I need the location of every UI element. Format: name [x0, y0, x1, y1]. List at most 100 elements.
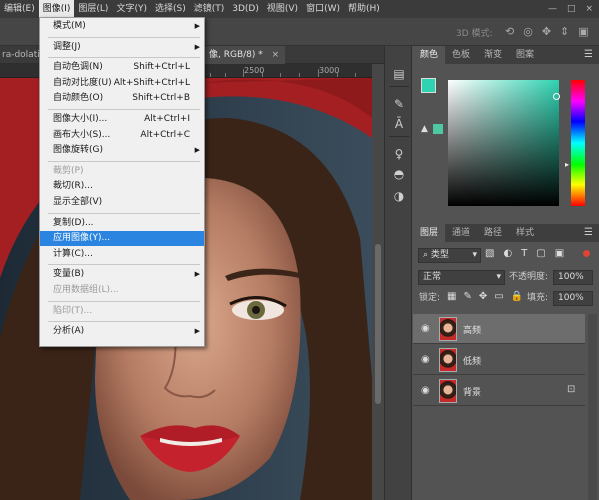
menu-item[interactable]: 应用图像(Y)... — [40, 231, 204, 247]
pixel-filter-icon[interactable]: ▧ — [485, 248, 494, 259]
menu-item-label: 图像旋转(G) — [53, 145, 103, 156]
menu-item-label: 调整(J) — [53, 41, 81, 52]
type-filter-icon[interactable]: T — [521, 248, 527, 259]
minimize-icon[interactable]: — — [548, 4, 557, 14]
maximize-icon[interactable]: □ — [567, 4, 576, 14]
eye-icon[interactable]: ◉ — [421, 385, 433, 396]
menu-item[interactable]: 帮助(H) — [344, 0, 384, 18]
menu-item[interactable]: 自动颜色(O) Shift+Ctrl+B — [40, 91, 204, 106]
menu-item[interactable]: 调整(J) ▶ — [40, 40, 204, 55]
tab-paths[interactable]: 路径 — [477, 224, 509, 242]
tab-color[interactable]: 颜色 — [413, 46, 446, 64]
layer-row-high-freq[interactable]: ◉ 高频 — [413, 314, 585, 344]
lock-position-icon[interactable]: ✥ — [479, 291, 487, 302]
tab-layers[interactable]: 图层 — [413, 224, 446, 242]
tab-patterns[interactable]: 图案 — [509, 46, 541, 64]
menu-shortcut: Shift+Ctrl+B — [132, 93, 190, 104]
properties-icon[interactable]: ♀ — [391, 146, 407, 162]
shape-filter-icon[interactable]: ▢ — [536, 248, 545, 259]
blend-mode-select[interactable]: 正常 ▾ — [418, 270, 505, 285]
orbit-3d-icon[interactable]: ⟲ — [505, 25, 514, 38]
smart-object-filter-icon[interactable]: ▣ — [555, 248, 564, 259]
menu-item-label: 复制(D)... — [53, 217, 94, 228]
color-field[interactable] — [448, 80, 559, 206]
menu-item[interactable]: 分析(A) ▶ — [40, 324, 204, 339]
panel-icon-strip: ▤ ✎ Ā ♀ ◓ ◑ — [384, 46, 412, 500]
roll-3d-icon[interactable]: ◎ — [523, 25, 533, 38]
close-icon[interactable]: × — [272, 50, 280, 60]
submenu-arrow-icon: ▶ — [194, 22, 200, 30]
menu-item: 陷印(T)... — [40, 304, 204, 319]
tab-styles[interactable]: 样式 — [509, 224, 541, 242]
layers-scrollbar[interactable] — [588, 314, 597, 500]
slide-3d-icon[interactable]: ⇕ — [560, 25, 569, 38]
menu-item[interactable]: 图像(I) — [38, 0, 75, 18]
menu-item[interactable]: 选择(S) — [151, 0, 190, 18]
menu-item[interactable]: 自动对比度(U) Alt+Shift+Ctrl+L — [40, 76, 204, 91]
menu-item[interactable]: 变量(B) ▶ — [40, 267, 204, 282]
layer-thumbnail — [439, 379, 457, 403]
tab-channels[interactable]: 通道 — [445, 224, 477, 242]
brush-settings-icon[interactable]: ✎ — [391, 96, 407, 112]
menu-item-label: 应用数据组(L)... — [53, 285, 119, 295]
tab-title: 像, RGB/8) * — [209, 50, 263, 60]
close-icon[interactable]: × — [585, 4, 593, 14]
layer-row-background[interactable]: ◉ 背景 ⊡ — [413, 376, 585, 406]
hue-slider-handle[interactable]: ▸ — [565, 160, 569, 169]
adjustment-filter-icon[interactable]: ◐ — [503, 248, 512, 259]
menu-item[interactable]: 滤镜(T) — [190, 0, 229, 18]
gamut-correction-swatch[interactable] — [433, 124, 443, 134]
gamut-warning-icon[interactable]: ▲ — [421, 124, 428, 134]
eye-icon[interactable]: ◉ — [421, 354, 433, 365]
menu-item[interactable]: 模式(M) ▶ — [40, 19, 204, 34]
menu-item[interactable]: 3D(D) — [228, 0, 263, 18]
foreground-color-swatch[interactable] — [421, 78, 436, 93]
menu-item[interactable]: 窗口(W) — [302, 0, 344, 18]
menu-item[interactable]: 文字(Y) — [112, 0, 151, 18]
menu-item[interactable]: 显示全部(V) — [40, 195, 204, 210]
menu-item[interactable]: 复制(D)... — [40, 216, 204, 231]
right-panels: 颜色 色板 渐变 图案 ☰ ▲ ▸ 图层 通道 路径 样式 ☰ ⌕ 类型 ▾ ▧… — [413, 46, 599, 500]
menu-separator — [48, 36, 200, 38]
menu-item[interactable]: 图像旋转(G) ▶ — [40, 143, 204, 158]
panel-menu-icon[interactable]: ☰ — [584, 46, 593, 64]
menu-shortcut: Alt+Shift+Ctrl+L — [113, 77, 190, 88]
fill-field[interactable]: 100% — [553, 291, 593, 306]
menu-item[interactable]: 自动色调(N) Shift+Ctrl+L — [40, 60, 204, 75]
3d-mode-label: 3D 模式: — [456, 29, 493, 39]
layer-row-low-freq[interactable]: ◉ 低频 — [413, 345, 585, 375]
menu-item[interactable]: 视图(V) — [263, 0, 302, 18]
panel-menu-icon[interactable]: ☰ — [584, 224, 593, 242]
info-icon[interactable]: ◑ — [391, 188, 407, 204]
menu-item[interactable]: 裁切(R)... — [40, 179, 204, 194]
tab-gradients[interactable]: 渐变 — [477, 46, 509, 64]
tab-swatches[interactable]: 色板 — [445, 46, 477, 64]
layer-name: 高频 — [463, 326, 482, 336]
scale-3d-icon[interactable]: ▣ — [578, 25, 588, 38]
eye-icon[interactable]: ◉ — [421, 323, 433, 334]
hue-slider[interactable] — [571, 80, 585, 206]
menu-item[interactable]: 计算(C)... — [40, 247, 204, 262]
lock-transparent-icon[interactable]: ▦ — [447, 291, 456, 302]
lock-pixels-icon[interactable]: ✎ — [463, 291, 471, 302]
menu-item[interactable]: 图像大小(I)... Alt+Ctrl+I — [40, 112, 204, 127]
tab-active-document[interactable]: 像, RGB/8) * × — [203, 46, 286, 64]
layer-filter-kind[interactable]: ⌕ 类型 ▾ — [418, 248, 481, 263]
pan-3d-icon[interactable]: ✥ — [542, 25, 551, 38]
filter-toggle-icon[interactable] — [583, 250, 590, 257]
lock-artboard-icon[interactable]: ▭ — [494, 291, 503, 302]
menu-separator — [48, 160, 200, 162]
canvas-vertical-scrollbar[interactable] — [372, 64, 384, 500]
adjustments-icon[interactable]: ◓ — [391, 166, 407, 182]
menu-item[interactable]: 图层(L) — [74, 0, 112, 18]
menu-separator — [48, 109, 200, 110]
color-picker-ring[interactable] — [553, 93, 560, 100]
character-icon[interactable]: Ā — [391, 116, 407, 132]
history-icon[interactable]: ▤ — [391, 66, 407, 82]
lock-fill-row: 锁定: ▦ ✎ ✥ ▭ 🔒 填充: 100% — [413, 290, 599, 310]
scrollbar-thumb[interactable] — [375, 244, 381, 404]
menu-item[interactable]: 编辑(E) — [0, 0, 39, 18]
menu-item[interactable]: 画布大小(S)... Alt+Ctrl+C — [40, 128, 204, 143]
lock-all-icon[interactable]: 🔒 — [511, 291, 523, 302]
opacity-field[interactable]: 100% — [553, 270, 593, 285]
